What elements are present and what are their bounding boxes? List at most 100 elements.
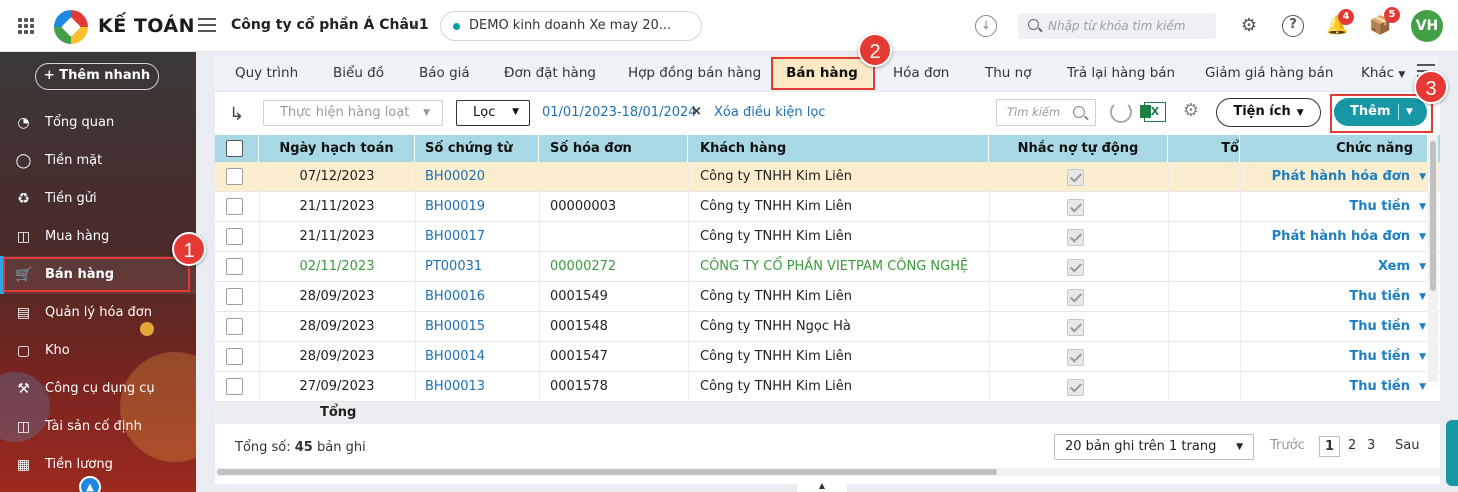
excel-export-icon[interactable]: X [1140,102,1166,122]
header-posting-date[interactable]: Ngày hạch toán [259,135,415,162]
sidebar-item-salary[interactable]: ▦ Tiền lương [0,446,196,484]
header-document-no[interactable]: Số chứng từ [415,135,539,162]
table-row[interactable]: 21/11/2023 BH00017 Công ty TNHH Kim Liên… [215,222,1440,252]
sidebar-item-cash[interactable]: ◯ Tiền mặt [0,142,196,180]
utilities-button[interactable]: Tiện ích ▼ [1216,98,1321,127]
download-icon[interactable]: ↓ [975,15,997,37]
caret-down-icon[interactable]: ▼ [1419,222,1426,252]
caret-down-icon[interactable]: ▼ [1419,282,1426,312]
row-checkbox[interactable] [226,318,243,335]
tab-sales-returns[interactable]: Trả lại hàng bán [1067,56,1175,90]
select-all-checkbox[interactable] [226,140,243,157]
table-row[interactable]: 07/12/2023 BH00020 Công ty TNHH Kim Liên… [215,162,1440,192]
cell-document-link[interactable]: BH00014 [425,342,485,372]
tab-debt-collection[interactable]: Thu nợ [985,56,1031,90]
sidebar-item-overview[interactable]: ◔ Tổng quan [0,104,196,142]
header-invoice-no[interactable]: Số hóa đơn [539,135,688,162]
pagination-next[interactable]: Sau [1395,438,1419,453]
tab-sales-contracts[interactable]: Hợp đồng bán hàng [628,56,761,90]
row-action-link[interactable]: Thu tiền [1349,192,1410,222]
tab-process[interactable]: Quy trình [235,56,298,90]
cell-document-link[interactable]: BH00017 [425,222,485,252]
settings-gear-icon[interactable]: ⚙ [1238,15,1260,37]
row-action-link[interactable]: Thu tiền [1349,342,1410,372]
row-action-link[interactable]: Phát hành hóa đơn [1272,222,1410,252]
row-action-link[interactable]: Xem [1378,252,1410,282]
tab-other[interactable]: Khác ▼ [1361,56,1405,90]
header-auto-reminder[interactable]: Nhắc nợ tự động [989,135,1168,162]
sidebar-item-fixed-assets[interactable]: ◫ Tài sản cố định [0,408,196,446]
help-icon[interactable]: ? [1282,15,1304,37]
scroll-up-icon[interactable]: ▲ [79,476,101,492]
clear-filter-link[interactable]: Xóa điều kiện lọc [714,105,825,120]
cell-document-link[interactable]: BH00020 [425,162,485,192]
sidebar-item-deposit[interactable]: ♻ Tiền gửi [0,180,196,218]
global-search-input[interactable]: Nhập từ khóa tìm kiếm [1018,13,1216,39]
caret-down-icon[interactable]: ▼ [1419,162,1426,192]
sidebar-item-warehouse[interactable]: ▢ Kho [0,332,196,370]
filter-button[interactable]: Lọc ▼ [456,100,530,126]
table-row[interactable]: 21/11/2023 BH00019 00000003 Công ty TNHH… [215,192,1440,222]
table-row[interactable]: 28/09/2023 BH00016 0001549 Công ty TNHH … [215,282,1440,312]
table-row[interactable]: 28/09/2023 BH00015 0001548 Công ty TNHH … [215,312,1440,342]
header-customer[interactable]: Khách hàng [688,135,989,162]
user-avatar[interactable]: VH [1411,10,1443,42]
row-checkbox[interactable] [226,258,243,275]
refresh-icon[interactable] [1110,101,1132,123]
row-action-link[interactable]: Thu tiền [1349,282,1410,312]
horizontal-scrollbar[interactable] [215,468,1440,476]
row-action-link[interactable]: Thu tiền [1349,372,1410,402]
sort-arrow-icon[interactable]: ↳ [229,104,244,125]
caret-down-icon[interactable]: ▼ [1419,342,1426,372]
cell-document-link[interactable]: BH00015 [425,312,485,342]
hamburger-menu-icon[interactable] [198,18,216,32]
caret-down-icon[interactable]: ▼ [1419,372,1426,402]
caret-down-icon[interactable]: ▼ [1419,192,1426,222]
settings-gear-icon[interactable]: ⚙ [1181,101,1201,121]
list-search-input[interactable]: Tìm kiếm [996,99,1096,126]
tab-quotes[interactable]: Báo giá [419,56,470,90]
company-selector[interactable]: Công ty cổ phần Á Châu1 [231,17,429,33]
cell-document-link[interactable]: PT00031 [425,252,482,282]
tab-invoices[interactable]: Hóa đơn [893,56,949,90]
row-action-link[interactable]: Thu tiền [1349,312,1410,342]
pagination-prev[interactable]: Trước [1270,438,1305,453]
caret-down-icon[interactable]: ▼ [1419,252,1426,282]
row-checkbox[interactable] [226,168,243,185]
row-checkbox[interactable] [226,378,243,395]
app-grid-icon[interactable] [18,18,34,34]
page-size-select[interactable]: 20 bản ghi trên 1 trang ▼ [1054,434,1254,460]
pagination-page-1[interactable]: 1 [1319,436,1340,457]
cell-document-link[interactable]: BH00019 [425,192,485,222]
side-drawer-handle[interactable] [1446,420,1458,486]
database-selector[interactable]: DEMO kinh doanh Xe may 20... [440,11,702,41]
tab-sales-discounts[interactable]: Giảm giá hàng bán [1205,56,1333,90]
chevron-down-icon[interactable]: ⌄ [410,17,421,32]
cell-document-link[interactable]: BH00016 [425,282,485,312]
date-range-filter[interactable]: 01/01/2023-18/01/2024 [542,105,697,120]
caret-down-icon[interactable]: ▼ [1419,312,1426,342]
bulk-action-dropdown[interactable]: Thực hiện hàng loạt ▼ [263,100,443,126]
row-checkbox[interactable] [226,198,243,215]
vertical-scrollbar[interactable] [1428,135,1438,382]
row-checkbox[interactable] [226,348,243,365]
collapse-panel-icon[interactable]: ▲ [797,480,847,492]
row-checkbox[interactable] [226,288,243,305]
cell-document-link[interactable]: BH00013 [425,372,485,402]
header-total[interactable]: Tổ [1168,135,1240,162]
cell-date: 21/11/2023 [299,199,375,214]
quick-add-button[interactable]: + Thêm nhanh [35,63,159,90]
sidebar-item-invoice-management[interactable]: ▤ Quản lý hóa đơn [0,294,196,332]
tab-charts[interactable]: Biểu đồ [333,56,384,90]
tab-sales-orders[interactable]: Đơn đặt hàng [504,56,596,90]
pagination-page-3[interactable]: 3 [1367,438,1375,453]
table-row[interactable]: 27/09/2023 BH00013 0001578 Công ty TNHH … [215,372,1440,402]
table-row[interactable]: 02/11/2023 PT00031 00000272 CÔNG TY CỔ P… [215,252,1440,282]
sidebar-item-tools[interactable]: ⚒ Công cụ dụng cụ [0,370,196,408]
row-action-link[interactable]: Phát hành hóa đơn [1272,162,1410,192]
table-row[interactable]: 28/09/2023 BH00014 0001547 Công ty TNHH … [215,342,1440,372]
row-checkbox[interactable] [226,228,243,245]
sidebar-item-purchase[interactable]: ◫ Mua hàng [0,218,196,256]
clear-date-icon[interactable]: × [691,104,702,119]
pagination-page-2[interactable]: 2 [1348,438,1356,453]
